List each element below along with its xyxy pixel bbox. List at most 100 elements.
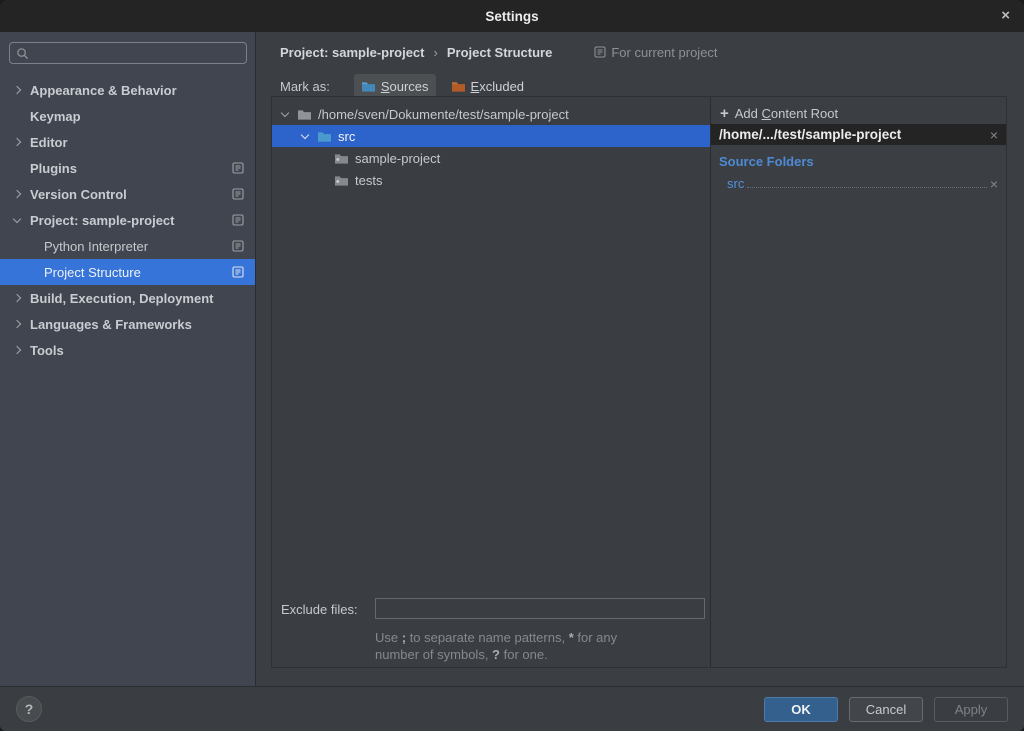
- hint-text: number of symbols,: [375, 647, 492, 662]
- titlebar[interactable]: Settings ×: [0, 0, 1024, 32]
- sidebar-item-languages-frameworks[interactable]: Languages & Frameworks: [0, 311, 255, 337]
- source-folder-name: src: [727, 176, 744, 191]
- chevron-right-icon[interactable]: [13, 138, 21, 146]
- exclude-files-hint: Use ; to separate name patterns, * for a…: [375, 629, 715, 663]
- tree-row-content-root[interactable]: /home/sven/Dokumente/test/sample-project: [272, 103, 710, 125]
- sidebar-item-label: Keymap: [30, 109, 81, 124]
- sidebar-item-label: Build, Execution, Deployment: [30, 291, 213, 306]
- tree-row-sample-project[interactable]: sample-project: [272, 147, 710, 169]
- settings-sync-icon: [232, 266, 244, 281]
- mnemonic: C: [762, 106, 771, 121]
- remove-content-root-icon[interactable]: ×: [990, 128, 998, 142]
- sidebar-item-build-execution-deployment[interactable]: Build, Execution, Deployment: [0, 285, 255, 311]
- help-button[interactable]: ?: [16, 696, 42, 722]
- breadcrumb-page: Project Structure: [447, 45, 552, 60]
- sidebar-item-label: Appearance & Behavior: [30, 83, 177, 98]
- breadcrumb-project[interactable]: Project: sample-project: [280, 45, 425, 60]
- exclude-files-input[interactable]: [375, 598, 705, 619]
- cancel-button[interactable]: Cancel: [849, 697, 923, 722]
- chevron-right-icon[interactable]: [13, 320, 21, 328]
- settings-nav: Appearance & Behavior Keymap Editor Plug…: [0, 77, 255, 363]
- sidebar-item-tools[interactable]: Tools: [0, 337, 255, 363]
- scope-indicator: For current project: [594, 45, 717, 60]
- tree-row-label: tests: [355, 173, 382, 188]
- chevron-right-icon[interactable]: [13, 190, 21, 198]
- settings-sync-icon: [232, 240, 244, 255]
- hint-text: for one.: [500, 647, 548, 662]
- settings-dialog: Settings × Appearance & Behavior Keymap …: [0, 0, 1024, 731]
- sources-folder-icon: [361, 80, 376, 93]
- chevron-down-icon[interactable]: [13, 214, 21, 222]
- mark-as-label: Mark as:: [280, 79, 330, 94]
- folder-icon: [334, 174, 349, 187]
- hint-text: to separate name patterns,: [406, 630, 569, 645]
- content-root-row[interactable]: /home/.../test/sample-project ×: [711, 124, 1006, 145]
- sidebar-item-label: Project Structure: [44, 265, 141, 280]
- folder-icon: [334, 152, 349, 165]
- sidebar-item-label: Version Control: [30, 187, 127, 202]
- exclude-files-label: Exclude files:: [281, 602, 358, 617]
- hint-text: for any: [574, 630, 617, 645]
- hint-text: ?: [492, 647, 500, 662]
- content-roots-tree: /home/sven/Dokumente/test/sample-project…: [272, 97, 711, 667]
- sidebar-item-project[interactable]: Project: sample-project: [0, 207, 255, 233]
- chevron-down-icon[interactable]: [281, 108, 289, 116]
- dialog-title: Settings: [485, 9, 538, 24]
- apply-button[interactable]: Apply: [934, 697, 1008, 722]
- sidebar-item-label: Editor: [30, 135, 68, 150]
- sidebar-item-python-interpreter[interactable]: Python Interpreter: [0, 233, 255, 259]
- mark-excluded-button[interactable]: Excluded: [444, 74, 531, 98]
- content-root-path: /home/.../test/sample-project: [719, 127, 990, 142]
- sidebar-item-keymap[interactable]: Keymap: [0, 103, 255, 129]
- chevron-right-icon[interactable]: [13, 86, 21, 94]
- settings-sync-icon: [232, 188, 244, 203]
- sidebar-item-label: Project: sample-project: [30, 213, 175, 228]
- source-folder-row[interactable]: src ×: [727, 173, 998, 191]
- plus-icon: +: [720, 105, 729, 122]
- source-folders-title: Source Folders: [719, 154, 814, 169]
- scope-label: For current project: [611, 45, 717, 60]
- source-folder-icon: [317, 130, 332, 143]
- chevron-right-icon[interactable]: [13, 294, 21, 302]
- settings-sync-icon: [232, 214, 244, 229]
- mark-sources-button[interactable]: Sources: [354, 74, 436, 98]
- label-part: ontent Root: [771, 106, 838, 121]
- excluded-folder-icon: [451, 80, 466, 93]
- sidebar-item-version-control[interactable]: Version Control: [0, 181, 255, 207]
- folder-icon: [297, 108, 312, 121]
- hint-text: Use: [375, 630, 402, 645]
- breadcrumb-separator: ›: [434, 45, 438, 60]
- tree-row-src[interactable]: src: [272, 125, 710, 147]
- label-part: Add: [735, 106, 762, 121]
- mnemonic: E: [471, 79, 480, 94]
- dialog-footer: ? OK Cancel Apply: [0, 686, 1024, 731]
- tree-row-label: sample-project: [355, 151, 440, 166]
- chevron-right-icon[interactable]: [13, 346, 21, 354]
- add-content-root-button[interactable]: + Add Content Root: [720, 102, 838, 124]
- remove-source-folder-icon[interactable]: ×: [990, 177, 998, 191]
- sidebar-item-label: Tools: [30, 343, 64, 358]
- settings-sidebar: Appearance & Behavior Keymap Editor Plug…: [0, 32, 256, 686]
- ok-button[interactable]: OK: [764, 697, 838, 722]
- tree-row-tests[interactable]: tests: [272, 169, 710, 191]
- sidebar-item-editor[interactable]: Editor: [0, 129, 255, 155]
- label-rest: ources: [390, 79, 429, 94]
- content-root-details: + Add Content Root /home/.../test/sample…: [711, 97, 1006, 667]
- sidebar-item-project-structure[interactable]: Project Structure: [0, 259, 255, 285]
- sidebar-item-appearance-behavior[interactable]: Appearance & Behavior: [0, 77, 255, 103]
- dotted-leader: [747, 187, 986, 188]
- sidebar-item-plugins[interactable]: Plugins: [0, 155, 255, 181]
- chevron-down-icon[interactable]: [301, 130, 309, 138]
- tree-row-label: /home/sven/Dokumente/test/sample-project: [318, 107, 569, 122]
- search-icon: [16, 47, 29, 60]
- tree-row-label: src: [338, 129, 355, 144]
- mnemonic: S: [381, 79, 390, 94]
- close-icon[interactable]: ×: [997, 0, 1014, 32]
- label-rest: xcluded: [479, 79, 524, 94]
- sidebar-item-label: Python Interpreter: [44, 239, 148, 254]
- settings-content: Project: sample-project › Project Struct…: [256, 32, 1024, 686]
- settings-sync-icon: [594, 46, 606, 58]
- search-input[interactable]: [9, 42, 247, 64]
- sidebar-item-label: Languages & Frameworks: [30, 317, 192, 332]
- project-structure-panel: /home/sven/Dokumente/test/sample-project…: [271, 96, 1007, 668]
